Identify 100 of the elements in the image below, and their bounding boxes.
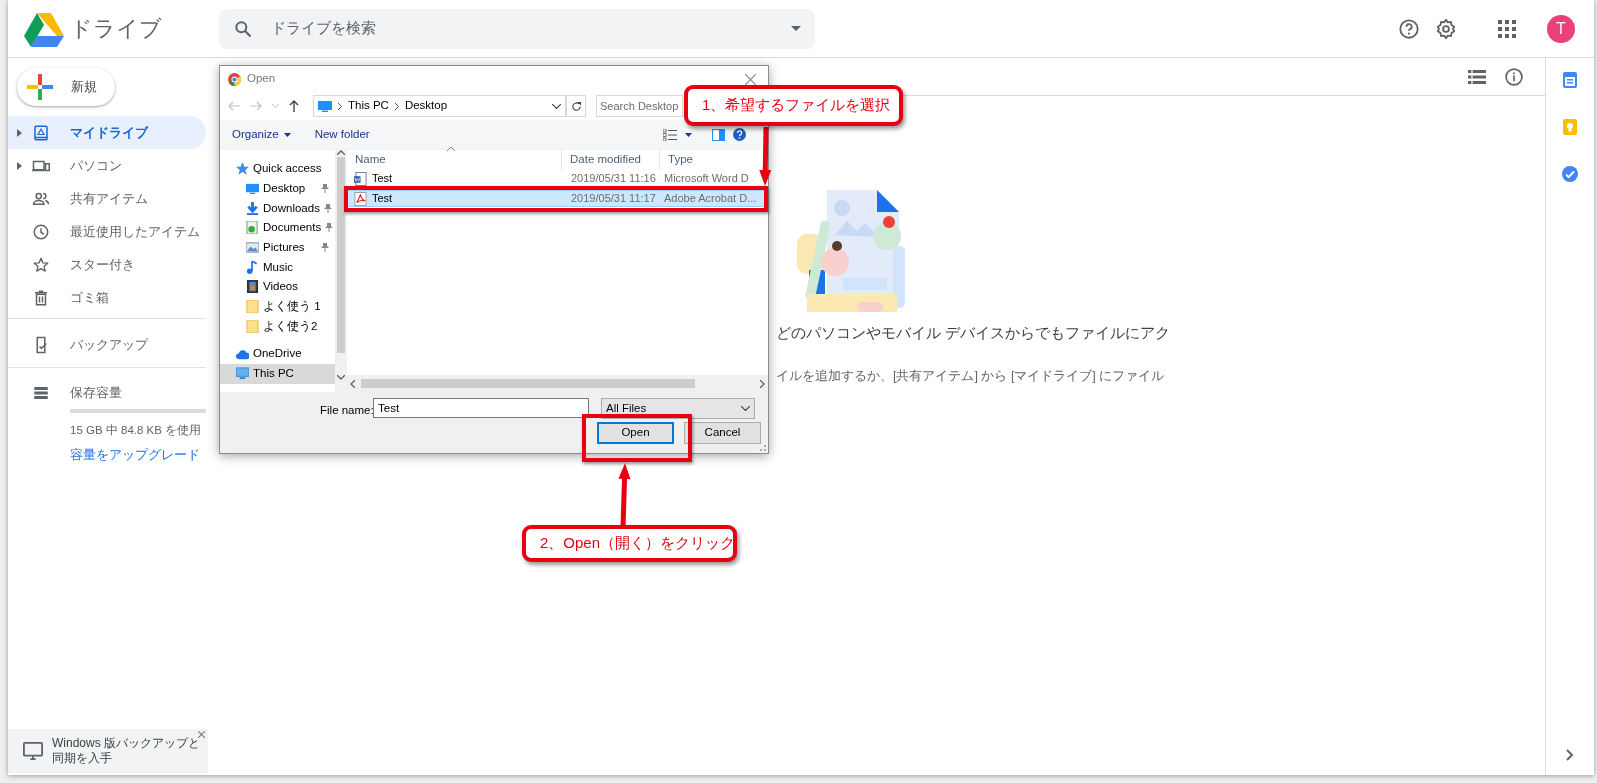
folder-icon	[246, 319, 259, 333]
monitor-icon	[318, 100, 332, 112]
app-icon	[228, 72, 241, 86]
scroll-down-icon	[337, 375, 345, 380]
file-type: Microsoft Word D	[664, 171, 749, 187]
storage-usage: 15 GB 中 84.8 KB を使用	[70, 423, 203, 438]
nav-item[interactable]: Music	[220, 257, 335, 278]
upgrade-link[interactable]: 容量をアップグレード	[70, 446, 200, 465]
resize-grip-icon	[760, 445, 766, 451]
column-header[interactable]: Name	[347, 150, 562, 170]
nav-item[interactable]: Documents	[220, 218, 335, 238]
sidebar-item[interactable]: バックアップ	[8, 328, 206, 361]
search-field[interactable]: ドライブを検索	[269, 16, 775, 41]
chevron-icon	[338, 102, 342, 110]
check-circle-icon[interactable]	[1562, 166, 1578, 182]
star-icon	[32, 255, 50, 274]
up-arrow-icon[interactable]	[289, 100, 299, 112]
sort-icon[interactable]	[447, 147, 455, 151]
app-title: ドライブ	[70, 15, 162, 43]
settings-icon[interactable]	[1435, 17, 1457, 40]
caret-icon[interactable]	[791, 26, 801, 31]
search-bar[interactable]: ドライブを検索	[219, 8, 815, 49]
apps-icon[interactable]	[1498, 19, 1516, 38]
dropdown-icon[interactable]	[552, 103, 561, 109]
column-header[interactable]: Type	[660, 150, 697, 170]
scrollbar[interactable]	[335, 150, 347, 392]
monitor-icon	[246, 182, 259, 196]
file-date: 2019/05/31 11:17	[571, 191, 656, 207]
calendar-icon[interactable]	[1563, 72, 1577, 88]
pdf-document-icon	[354, 191, 367, 206]
list-view-icon[interactable]	[1468, 68, 1486, 85]
expand-arrow-icon[interactable]	[17, 161, 22, 170]
search-icon	[233, 18, 253, 39]
scroll-up-icon	[337, 150, 345, 155]
nav-item[interactable]: Downloads	[220, 198, 335, 219]
organize-button[interactable]: Organize	[232, 125, 291, 144]
dialog-button[interactable]: Cancel	[684, 422, 761, 444]
nav-item[interactable]: Videos	[220, 277, 335, 297]
scroll-right-icon	[760, 379, 765, 388]
folder-icon	[246, 300, 259, 314]
nav-item[interactable]: Quick access	[220, 159, 335, 179]
caret-icon	[283, 132, 291, 137]
file-name: Test	[372, 171, 393, 187]
word-document-icon	[354, 171, 367, 186]
refresh-button[interactable]	[566, 95, 586, 117]
expand-arrow-icon[interactable]	[17, 128, 22, 137]
banner-text: Windows 版バックアップと同期を入手	[52, 736, 201, 766]
file-name-field[interactable]: Test	[373, 398, 589, 418]
empty-state-text: イルを追加するか、[共有アイテム] から [マイドライブ] にファイル	[776, 367, 1165, 385]
caret-icon[interactable]	[685, 132, 692, 137]
close-icon[interactable]	[745, 73, 756, 85]
close-icon[interactable]	[198, 731, 205, 738]
pane-icon[interactable]	[712, 128, 725, 141]
monitor-icon	[22, 741, 44, 761]
sidebar-item[interactable]: スター付き	[8, 248, 206, 281]
nav-item[interactable]: Pictures	[220, 237, 335, 258]
nav-item[interactable]: OneDrive	[220, 344, 335, 364]
sidebar-item[interactable]: 共有アイテム	[8, 182, 206, 215]
dropdown-icon	[741, 406, 750, 411]
column-header[interactable]: Date modified	[562, 150, 660, 170]
storage-label: 保存容量	[70, 383, 122, 402]
info-icon[interactable]	[1504, 66, 1524, 87]
cloud-icon	[236, 347, 249, 361]
nav-item[interactable]: This PC	[220, 363, 335, 384]
picture-icon	[246, 241, 259, 255]
dialog-button[interactable]: Open	[597, 422, 674, 444]
nav-item[interactable]: よく使う 1	[220, 296, 335, 317]
drive-icon	[32, 123, 50, 142]
sidebar-item[interactable]: パソコン	[8, 149, 206, 182]
file-name: Test	[372, 191, 393, 207]
clock-icon	[32, 222, 50, 241]
callout: 1、希望するファイルを選択	[684, 85, 903, 126]
file-date: 2019/05/31 11:16	[571, 171, 656, 187]
path-segment[interactable]: Desktop	[404, 97, 448, 115]
help-icon[interactable]	[733, 128, 746, 141]
download-icon	[246, 201, 259, 215]
refresh-icon	[570, 100, 582, 112]
sidebar-item[interactable]: ゴミ箱	[8, 281, 206, 314]
nav-item[interactable]: よく使う2	[220, 316, 335, 337]
search-field[interactable]: Search Desktop	[596, 95, 683, 117]
help-icon[interactable]	[1398, 17, 1420, 40]
new-folder-button[interactable]: New folder	[314, 125, 370, 144]
view-icon[interactable]	[663, 128, 677, 141]
chevron-icon[interactable]	[1566, 749, 1574, 761]
path-segment[interactable]: This PC	[348, 97, 389, 115]
star-icon	[236, 162, 249, 176]
address-field[interactable]: This PC Desktop	[313, 95, 566, 117]
nav-item[interactable]: Desktop	[220, 178, 335, 199]
callout: 2、Open（開く）をクリック	[522, 525, 737, 562]
file-row[interactable]: Test 2019/05/31 11:17 Adobe Acrobat D...	[347, 190, 766, 207]
trash-icon	[32, 288, 50, 307]
account-avatar[interactable]: T	[1547, 14, 1575, 43]
empty-state-heading: どのパソコンやモバイル デバイスからでもファイルにアク	[776, 323, 1171, 343]
new-button[interactable]: 新規	[17, 68, 115, 106]
file-row[interactable]: Test 2019/05/31 11:16 Microsoft Word D	[347, 170, 750, 187]
film-icon	[246, 280, 259, 294]
dialog-title: Open	[247, 71, 276, 87]
sidebar-item[interactable]: 最近使用したアイテム	[8, 215, 206, 248]
monitor-icon	[236, 367, 249, 381]
sidebar-item[interactable]: マイドライブ	[8, 116, 206, 149]
